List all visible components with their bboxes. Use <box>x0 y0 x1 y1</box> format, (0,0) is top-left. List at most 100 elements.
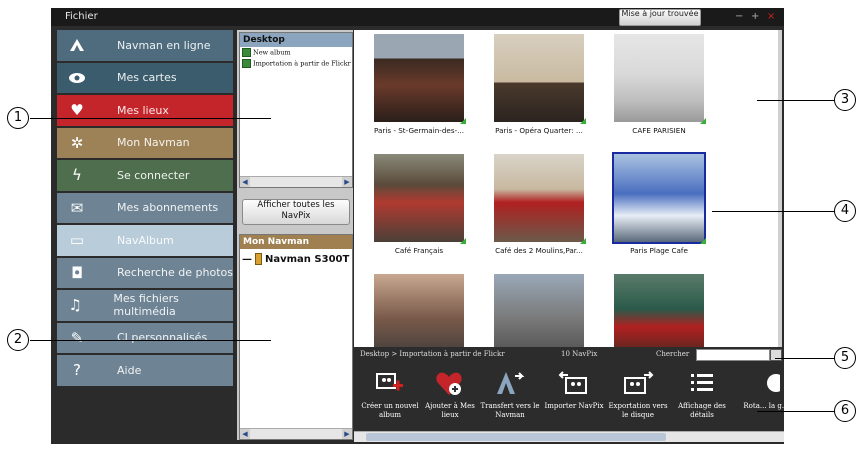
sidebar-item-my-navman[interactable]: ✲ Mon Navman <box>57 127 233 158</box>
scrollbar-thumb[interactable] <box>366 433 666 441</box>
callout-2: 2 <box>7 329 29 351</box>
sidebar-item-subscriptions[interactable]: ✉ Mes abonnements <box>57 192 233 223</box>
create-album-button[interactable]: Créer un nouvel album <box>358 367 422 420</box>
callout-line-4 <box>712 211 835 212</box>
tool-label: Exportation vers le disque <box>608 402 668 419</box>
update-found-button[interactable]: Mise à jour trouvée <box>619 9 701 26</box>
folder-tree-title: Desktop <box>240 33 352 47</box>
show-all-navpix-button[interactable]: Afficher toutes les NavPix <box>242 199 350 225</box>
sidebar-item-navman-online[interactable]: Navman en ligne <box>57 30 233 61</box>
status-bar: Desktop > Importation à partir de Flickr… <box>354 347 784 361</box>
scroll-right-icon[interactable]: ▶ <box>342 429 352 439</box>
add-to-places-icon <box>418 367 482 399</box>
search-label: Chercher <box>656 350 690 358</box>
sidebar-item-custom-poi[interactable]: ✎ CI personnalisés <box>57 322 233 353</box>
callout-line-3 <box>757 100 835 101</box>
album-icon: ▭ <box>69 231 85 250</box>
callout-line-2 <box>30 340 271 341</box>
transfer-to-navman-icon <box>478 367 542 399</box>
photo-thumbnail[interactable]: Paris - St-Germain-des-... <box>369 34 469 135</box>
title-bar: Fichier Mise à jour trouvée − + × <box>51 8 784 26</box>
gear-icon: ✲ <box>70 133 84 152</box>
navman-logo-icon <box>57 38 97 52</box>
help-icon: ? <box>73 361 81 380</box>
photo-image <box>494 34 586 124</box>
rotate-icon <box>734 367 784 399</box>
import-navpix-icon <box>542 367 606 399</box>
photo-thumbnail-selected[interactable]: Paris Plage Cafe <box>609 152 709 255</box>
photo-image <box>612 152 706 244</box>
folder-tree-scrollbar[interactable]: ◀ ▶ <box>240 176 352 187</box>
rotate-button[interactable]: Rota... la g... <box>734 367 784 411</box>
transfer-to-navman-button[interactable]: Transfert vers le Navman <box>478 367 542 420</box>
tool-label: Ajouter à Mes lieux <box>425 402 475 419</box>
device-panel: Mon Navman — Navman S300T ( ◀ ▶ <box>239 234 353 440</box>
gallery-scrollbar[interactable] <box>778 30 782 347</box>
sidebar-item-my-maps[interactable]: Mes cartes <box>57 62 233 93</box>
sidebar-item-multimedia[interactable]: ♫ Mes fichiers multimédia <box>57 290 233 321</box>
photo-caption: Paris Plage Cafe <box>630 246 688 255</box>
callout-line-1 <box>30 118 271 119</box>
tool-label: Transfert vers le Navman <box>480 402 540 419</box>
photo-thumbnail[interactable] <box>609 274 709 347</box>
search-button[interactable] <box>770 349 782 361</box>
photo-caption: CAFE PARISIEN <box>632 126 686 135</box>
callout-4: 4 <box>834 200 856 222</box>
sidebar-item-label: Recherche de photos <box>117 266 233 280</box>
sidebar-item-label: Navman en ligne <box>117 38 211 52</box>
photo-thumbnail[interactable]: Café des 2 Moulins,Par... <box>489 154 589 255</box>
sidebar-item-photo-search[interactable]: ◘ Recherche de photos <box>57 257 233 288</box>
menu-file[interactable]: Fichier <box>65 11 98 22</box>
import-navpix-button[interactable]: Importer NavPix <box>542 367 606 411</box>
photo-thumbnail[interactable]: Café Français <box>369 154 469 255</box>
details-view-button[interactable]: Affichage des détails <box>670 367 734 420</box>
photo-image <box>494 154 586 244</box>
heart-icon: ♥ <box>70 101 84 120</box>
sidebar-item-navalbum[interactable]: ▭ NavAlbum <box>57 225 233 256</box>
toolbar-scrollbar[interactable] <box>354 431 784 442</box>
photo-image <box>614 34 706 124</box>
folder-item[interactable]: New album <box>240 47 352 58</box>
photo-thumbnail[interactable] <box>369 274 469 347</box>
sidebar-item-label: Mes lieux <box>117 103 169 117</box>
scroll-left-icon[interactable]: ◀ <box>240 177 250 187</box>
scroll-left-icon[interactable]: ◀ <box>240 429 250 439</box>
photo-gallery: Paris - St-Germain-des-... Paris - Opéra… <box>354 30 782 347</box>
photo-thumbnail[interactable]: CAFE PARISIEN <box>609 34 709 135</box>
photo-image <box>374 274 464 347</box>
folder-image-icon <box>242 48 251 57</box>
maximize-icon[interactable]: + <box>751 11 759 22</box>
minimize-icon[interactable]: − <box>735 11 743 22</box>
sidebar-item-help[interactable]: ? Aide <box>57 355 233 386</box>
photo-caption: Café des 2 Moulins,Par... <box>495 246 583 255</box>
callout-line-6 <box>757 411 835 412</box>
device-item[interactable]: — Navman S300T ( <box>240 249 352 269</box>
add-to-places-button[interactable]: Ajouter à Mes lieux <box>418 367 482 420</box>
export-disk-icon <box>606 367 670 399</box>
navpix-count: 10 NavPix <box>561 350 598 358</box>
action-toolbar: Créer un nouvel album Ajouter à Mes lieu… <box>354 361 784 431</box>
tool-label: Créer un nouvel album <box>361 402 419 419</box>
close-icon[interactable]: × <box>767 11 775 22</box>
envelope-icon: ✉ <box>70 198 84 217</box>
device-panel-title: Mon Navman <box>240 235 352 249</box>
sidebar-item-label: Mes fichiers multimédia <box>113 292 179 319</box>
callout-3: 3 <box>834 89 856 111</box>
folder-item-label: Importation à partir de Flickr <box>253 59 351 68</box>
folder-image-icon <box>242 59 251 68</box>
photo-image <box>614 274 704 347</box>
sidebar: Navman en ligne Mes cartes ♥ Mes lieux ✲… <box>57 30 233 420</box>
folder-tree: Desktop New album Importation à partir d… <box>239 32 353 188</box>
photo-thumbnail[interactable] <box>489 274 589 347</box>
create-album-icon <box>358 367 422 399</box>
sidebar-item-my-places[interactable]: ♥ Mes lieux <box>57 95 233 126</box>
scroll-right-icon[interactable]: ▶ <box>342 177 352 187</box>
photo-image <box>494 274 584 347</box>
device-panel-scrollbar[interactable]: ◀ ▶ <box>240 428 352 439</box>
sidebar-item-label: Mes abonnements <box>117 201 219 215</box>
sidebar-item-connect[interactable]: ϟ Se connecter <box>57 160 233 191</box>
export-disk-button[interactable]: Exportation vers le disque <box>606 367 670 420</box>
folder-item[interactable]: Importation à partir de Flickr <box>240 58 352 69</box>
search-input[interactable] <box>696 349 770 361</box>
photo-thumbnail[interactable]: Paris - Opéra Quarter: ... <box>489 34 589 135</box>
